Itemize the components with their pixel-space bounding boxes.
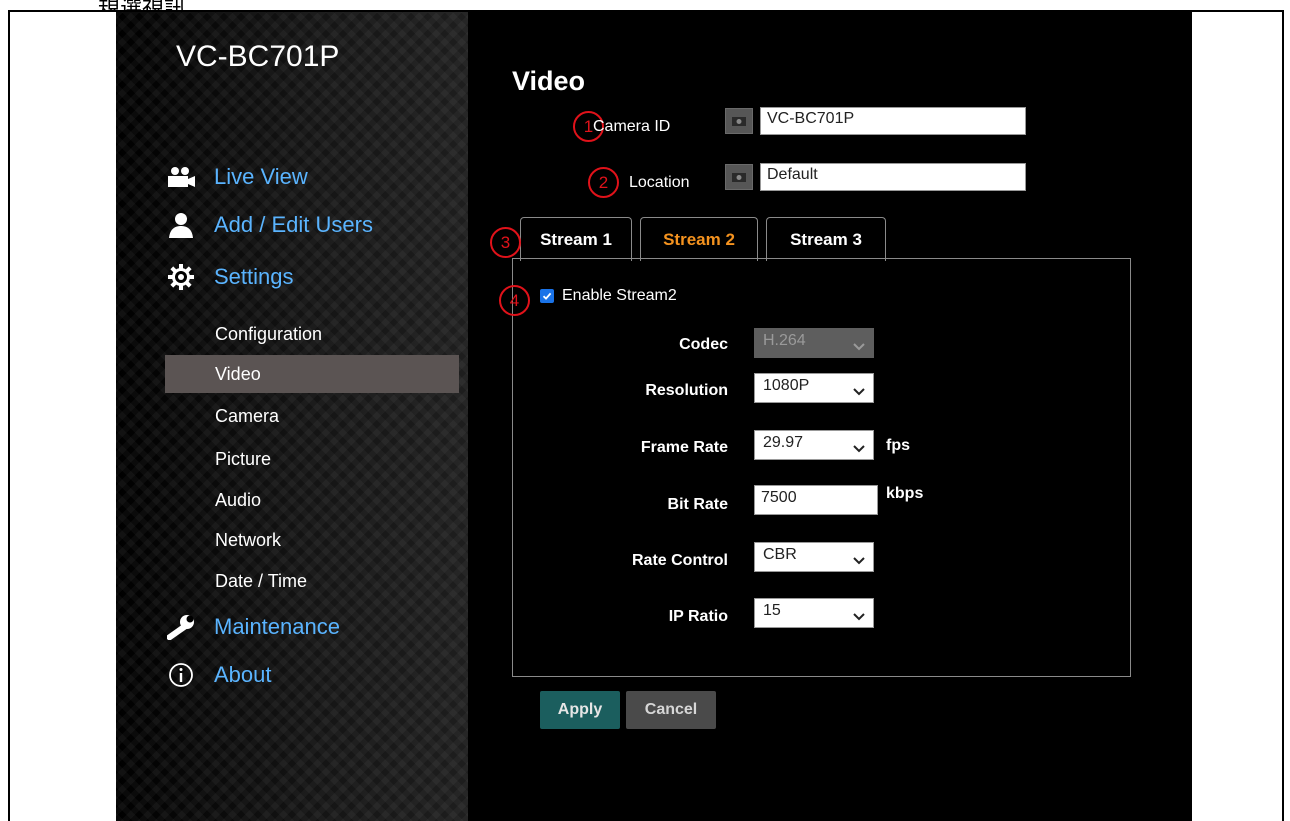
rate-control-value: CBR <box>763 546 797 563</box>
chevron-down-icon <box>853 440 865 458</box>
bit-rate-unit: kbps <box>886 485 924 502</box>
sidebar-item-audio[interactable]: Audio <box>165 481 459 519</box>
sidebar-item-network[interactable]: Network <box>165 521 459 559</box>
nav-add-edit-users[interactable]: Add / Edit Users <box>166 212 373 238</box>
codec-select: H.264 <box>754 328 874 358</box>
sidebar-item-configuration[interactable]: Configuration <box>165 315 459 353</box>
cancel-button[interactable]: Cancel <box>626 691 716 729</box>
chevron-down-icon <box>853 608 865 626</box>
codec-label: Codec <box>679 336 728 353</box>
nav-maintenance[interactable]: Maintenance <box>166 614 340 640</box>
bit-rate-input[interactable]: 7500 <box>754 485 878 515</box>
frame-rate-select[interactable]: 29.97 <box>754 430 874 460</box>
marker-4: 4 <box>499 285 530 316</box>
enable-stream-row: Enable Stream2 <box>540 287 677 305</box>
chevron-down-icon <box>853 552 865 570</box>
nav-add-edit-users-label: Add / Edit Users <box>214 212 373 237</box>
apply-button[interactable]: Apply <box>540 691 620 729</box>
enable-stream-checkbox[interactable] <box>540 289 554 303</box>
resolution-label: Resolution <box>645 382 728 399</box>
user-icon <box>166 212 196 238</box>
rate-control-label: Rate Control <box>632 552 728 569</box>
nav-about-label: About <box>214 662 272 687</box>
tab-stream-2[interactable]: Stream 2 <box>640 217 758 261</box>
location-input[interactable]: Default <box>760 163 1026 191</box>
resolution-value: 1080P <box>763 377 810 394</box>
page-title: Video <box>512 66 586 96</box>
frame-rate-value: 29.97 <box>763 434 804 451</box>
frame-rate-label: Frame Rate <box>640 439 728 456</box>
sidebar-item-picture[interactable]: Picture <box>165 440 459 478</box>
nav-live-view-label: Live View <box>214 164 308 189</box>
nav-about[interactable]: About <box>166 662 272 688</box>
enable-stream-label: Enable Stream2 <box>562 287 677 304</box>
gear-icon <box>166 264 196 290</box>
nav-live-view[interactable]: Live View <box>166 164 308 190</box>
video-camera-icon <box>166 164 196 190</box>
tab-stream-1[interactable]: Stream 1 <box>520 217 632 261</box>
resolution-select[interactable]: 1080P <box>754 373 874 403</box>
bit-rate-label: Bit Rate <box>667 496 728 513</box>
location-camera-icon[interactable] <box>725 164 753 190</box>
nav-maintenance-label: Maintenance <box>214 614 340 639</box>
sidebar: VC-BC701P Live View Add / Edit Users Set… <box>116 12 468 821</box>
camera-id-input[interactable]: VC-BC701P <box>760 107 1026 135</box>
nav-settings-label: Settings <box>214 264 294 289</box>
nav-settings[interactable]: Settings <box>166 264 294 290</box>
camera-id-label: Camera ID <box>593 118 671 135</box>
chevron-down-icon <box>853 338 865 356</box>
tab-stream-3[interactable]: Stream 3 <box>766 217 886 261</box>
info-icon <box>166 662 196 688</box>
ip-ratio-value: 15 <box>763 602 781 619</box>
sidebar-item-video[interactable]: Video <box>165 355 459 393</box>
marker-3: 3 <box>490 227 521 258</box>
ip-ratio-label: IP Ratio <box>668 608 728 625</box>
ip-ratio-select[interactable]: 15 <box>754 598 874 628</box>
chevron-down-icon <box>853 383 865 401</box>
codec-value: H.264 <box>763 332 806 349</box>
sidebar-item-camera[interactable]: Camera <box>165 397 459 435</box>
camera-web-app: VC-BC701P Live View Add / Edit Users Set… <box>116 12 1192 821</box>
camera-id-camera-icon[interactable] <box>725 108 753 134</box>
main-content: Video 1 Camera ID VC-BC701P 2 Location D… <box>468 12 1192 821</box>
marker-2: 2 <box>588 167 619 198</box>
frame-rate-unit: fps <box>886 437 910 454</box>
wrench-icon <box>166 614 196 640</box>
location-label: Location <box>629 174 690 191</box>
sidebar-item-date-time[interactable]: Date / Time <box>165 562 459 600</box>
brand-title: VC-BC701P <box>176 40 340 73</box>
rate-control-select[interactable]: CBR <box>754 542 874 572</box>
